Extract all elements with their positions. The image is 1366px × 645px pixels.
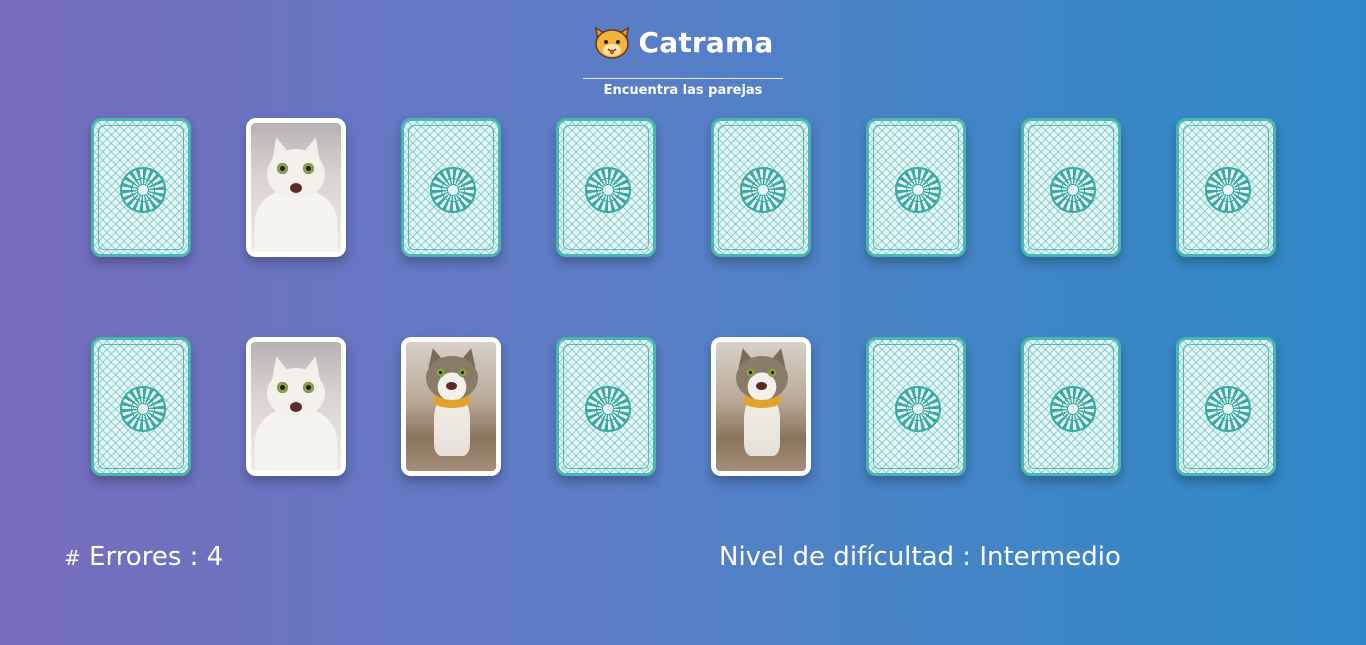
- card-back-medallion-icon: [895, 166, 941, 213]
- card-back-medallion-icon: [1050, 166, 1096, 213]
- white-cat-photo: [251, 342, 341, 471]
- card-face-down[interactable]: [1021, 337, 1121, 476]
- head-shape: [426, 356, 478, 400]
- card-face-down[interactable]: [711, 118, 811, 257]
- eye-l-shape: [277, 163, 288, 174]
- card-back-medallion-icon: [895, 385, 941, 432]
- card-face-down[interactable]: [556, 118, 656, 257]
- card-face-down[interactable]: [91, 337, 191, 476]
- card-back-medallion-icon: [1205, 385, 1251, 432]
- tabby-cat-photo: [716, 342, 806, 471]
- difficulty-level: Nivel de difícultad : Intermedio: [719, 542, 1121, 572]
- mouth-shape: [756, 382, 767, 390]
- card-face-up[interactable]: [401, 337, 501, 476]
- mouth-shape: [290, 183, 302, 193]
- card-back-medallion-icon: [1205, 166, 1251, 213]
- eye-r-shape: [303, 382, 314, 393]
- eye-l-shape: [746, 368, 755, 377]
- hash-icon: #: [64, 546, 81, 570]
- card-back-medallion-icon: [740, 166, 786, 213]
- eye-r-shape: [768, 368, 777, 377]
- errors-label: Errores : 4: [89, 542, 224, 572]
- eye-l-shape: [277, 382, 288, 393]
- head-shape: [736, 356, 788, 400]
- tabby-cat-photo: [406, 342, 496, 471]
- card-back-medallion-icon: [120, 166, 166, 213]
- card-back-medallion-icon: [585, 166, 631, 213]
- card-face-down[interactable]: [866, 337, 966, 476]
- card-back-medallion-icon: [120, 385, 166, 432]
- card-face-down[interactable]: [1176, 337, 1276, 476]
- eye-r-shape: [303, 163, 314, 174]
- eye-l-shape: [436, 368, 445, 377]
- card-face-up[interactable]: [711, 337, 811, 476]
- white-cat-photo: [251, 123, 341, 252]
- card-face-down[interactable]: [1021, 118, 1121, 257]
- card-face-down[interactable]: [401, 118, 501, 257]
- card-back-medallion-icon: [430, 166, 476, 213]
- card-face-down[interactable]: [1176, 118, 1276, 257]
- card-back-medallion-icon: [1050, 385, 1096, 432]
- card-face-up[interactable]: [246, 118, 346, 257]
- card-back-medallion-icon: [585, 385, 631, 432]
- card-face-up[interactable]: [246, 337, 346, 476]
- mouth-shape: [446, 382, 457, 390]
- card-face-down[interactable]: [91, 118, 191, 257]
- card-face-down[interactable]: [556, 337, 656, 476]
- card-face-down[interactable]: [866, 118, 966, 257]
- mouth-shape: [290, 402, 302, 412]
- errors-counter: # Errores : 4: [64, 542, 223, 572]
- eye-r-shape: [458, 368, 467, 377]
